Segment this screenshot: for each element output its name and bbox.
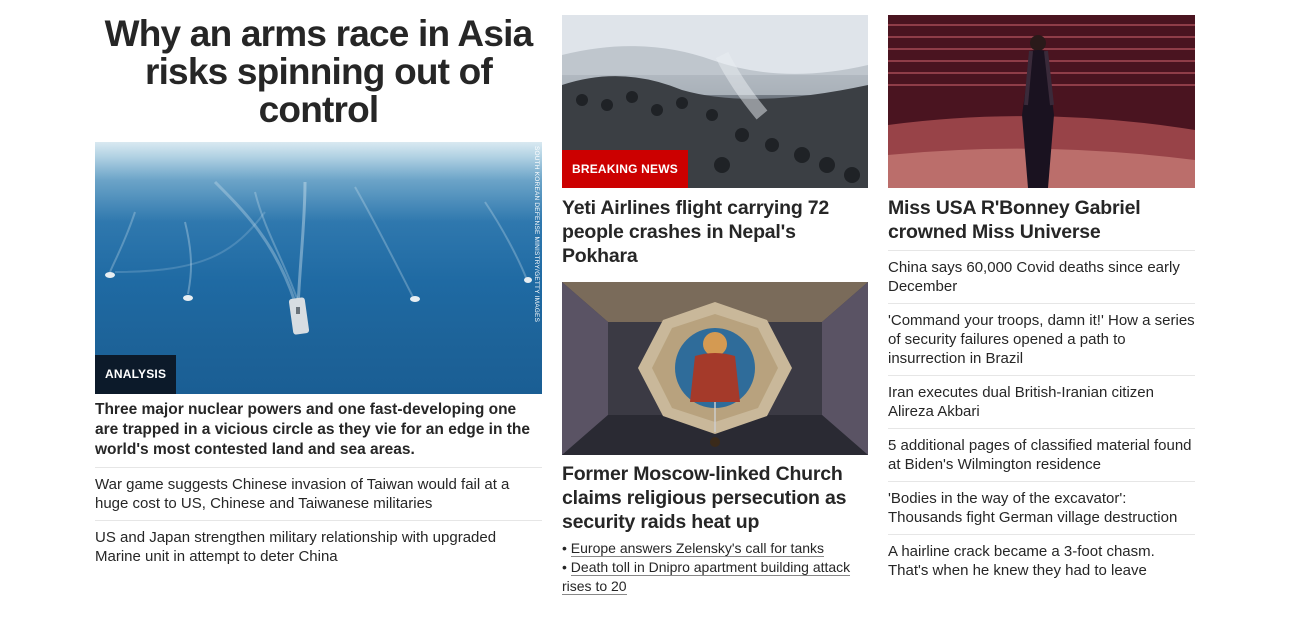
hero-headline-link[interactable]: Why an arms race in Asia risks spinning … <box>95 15 542 129</box>
image-credit: SOUTH KOREAN DEFENSE MINISTRY/GETTY IMAG… <box>533 146 540 323</box>
divider <box>888 250 1195 251</box>
divider <box>888 375 1195 376</box>
church-ceiling-image[interactable] <box>562 282 868 455</box>
stage-illustration <box>888 15 1195 188</box>
right-link-item[interactable]: China says 60,000 Covid deaths since ear… <box>888 258 1195 296</box>
right-link-item[interactable]: 'Bodies in the way of the excavator': Th… <box>888 489 1195 527</box>
divider <box>888 534 1195 535</box>
hero-description-link[interactable]: Three major nuclear powers and one fast-… <box>95 400 542 460</box>
divider <box>888 481 1195 482</box>
church-headline-link[interactable]: Former Moscow-linked Church claims relig… <box>562 462 868 534</box>
bullet-text: Europe answers Zelensky's call for tanks <box>570 540 825 557</box>
divider <box>888 428 1195 429</box>
analysis-badge: ANALYSIS <box>95 355 177 394</box>
miss-universe-headline-link[interactable]: Miss USA R'Bonney Gabriel crowned Miss U… <box>888 196 1195 244</box>
miss-universe-image[interactable] <box>888 15 1195 188</box>
bullet-text: Death toll in Dnipro apartment building … <box>562 559 851 595</box>
nepal-crash-headline-link[interactable]: Yeti Airlines flight carrying 72 people … <box>562 196 868 268</box>
divider <box>95 467 542 468</box>
nepal-crash-image[interactable]: BREAKING NEWS <box>562 15 868 188</box>
related-bullet-link[interactable]: • Death toll in Dnipro apartment buildin… <box>562 558 862 596</box>
related-bullet-link[interactable]: • Europe answers Zelensky's call for tan… <box>562 539 862 558</box>
divider <box>888 303 1195 304</box>
hero-image-naval-fleet[interactable]: SOUTH KOREAN DEFENSE MINISTRY/GETTY IMAG… <box>95 142 542 394</box>
left-link-item[interactable]: War game suggests Chinese invasion of Ta… <box>95 475 542 513</box>
divider <box>95 520 542 521</box>
breaking-news-badge: BREAKING NEWS <box>562 150 688 188</box>
right-link-item[interactable]: 5 additional pages of classified materia… <box>888 436 1195 474</box>
right-link-item[interactable]: A hairline crack became a 3-foot chasm. … <box>888 542 1195 580</box>
church-dome-illustration <box>562 282 868 455</box>
right-link-item[interactable]: 'Command your troops, damn it!' How a se… <box>888 311 1195 368</box>
right-link-item[interactable]: Iran executes dual British-Iranian citiz… <box>888 383 1195 421</box>
left-link-item[interactable]: US and Japan strengthen military relatio… <box>95 528 542 566</box>
